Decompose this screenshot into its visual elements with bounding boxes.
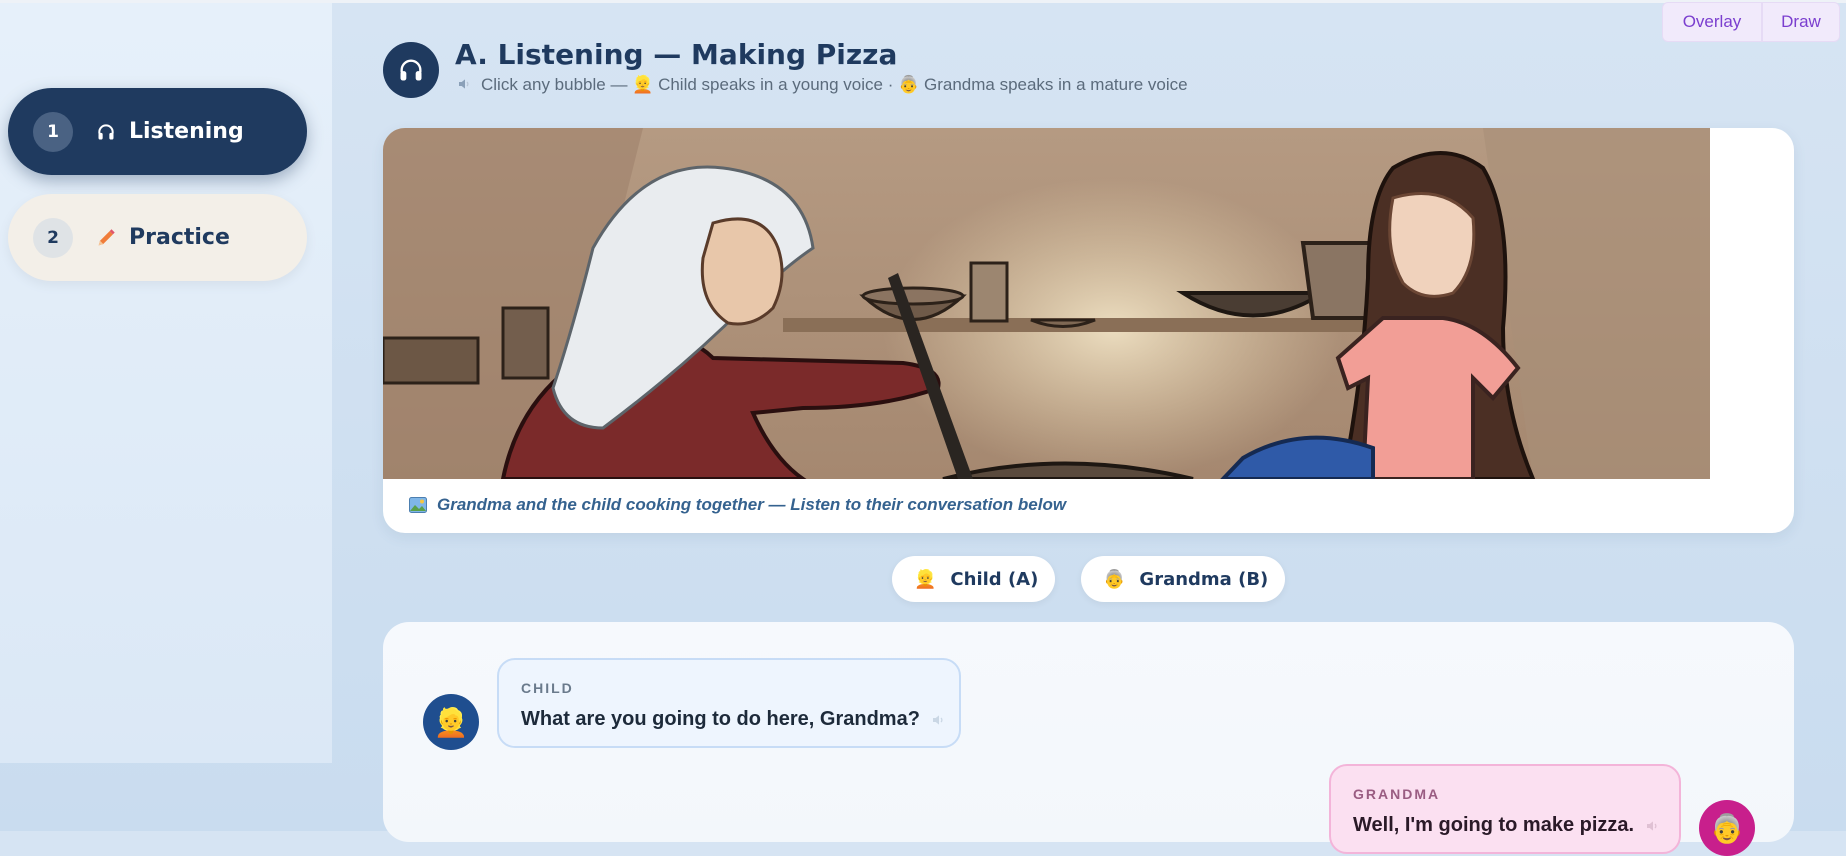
sidebar-item-label: Listening	[129, 119, 244, 144]
utterance-text: What are you going to do here, Grandma?	[521, 708, 920, 730]
caption-text: Grandma and the child cooking together —…	[437, 495, 1067, 514]
headphones-icon	[383, 42, 439, 98]
child-avatar-icon: 👱	[914, 568, 937, 590]
child-avatar: 👱	[423, 694, 479, 750]
speaker-icon	[1644, 818, 1662, 834]
sidebar: 1 Listening 2 Practice	[0, 3, 332, 763]
sidebar-item-label: Practice	[129, 225, 230, 250]
speaker-label: CHILD	[521, 680, 574, 696]
page-subtitle: Click any bubble — 👱 Child speaks in a y…	[457, 75, 1188, 95]
child-avatar-icon: 👱	[433, 706, 469, 738]
subtitle-text: Click any bubble — 👱 Child speaks in a y…	[481, 75, 1188, 94]
draw-button[interactable]: Draw	[1762, 2, 1840, 42]
utterance-row: What are you going to do here, Grandma?	[521, 708, 948, 731]
conversation-panel: 👱 CHILD What are you going to do here, G…	[383, 622, 1794, 856]
step-number-badge: 2	[33, 217, 73, 258]
utterance-row: Well, I'm going to make pizza.	[1353, 814, 1662, 837]
child-speech-bubble[interactable]: CHILD What are you going to do here, Gra…	[497, 658, 961, 748]
headphones-icon	[93, 122, 119, 142]
grandma-avatar-icon: 👵	[1103, 568, 1126, 590]
grandma-avatar: 👵	[1699, 800, 1755, 856]
speaker-icon	[930, 712, 948, 728]
speaker-label: GRANDMA	[1353, 786, 1441, 802]
illustration-card: Grandma and the child cooking together —…	[383, 128, 1794, 533]
illustration-grandma-child-cooking	[383, 128, 1710, 479]
step-number-badge: 1	[33, 111, 73, 152]
chip-label: Grandma (B)	[1139, 568, 1269, 590]
speaker-chip-grandma[interactable]: 👵 Grandma (B)	[1081, 556, 1285, 602]
page-title: A. Listening — Making Pizza	[455, 38, 898, 71]
illustration-caption: Grandma and the child cooking together —…	[409, 495, 1066, 515]
sidebar-item-practice[interactable]: 2 Practice	[8, 194, 307, 281]
grandma-avatar-icon: 👵	[1709, 812, 1745, 844]
overlay-button[interactable]: Overlay	[1662, 2, 1762, 42]
speaker-icon	[457, 76, 473, 92]
utterance-text: Well, I'm going to make pizza.	[1353, 814, 1635, 836]
grandma-speech-bubble[interactable]: GRANDMA Well, I'm going to make pizza.	[1329, 764, 1681, 854]
speaker-chip-child[interactable]: 👱 Child (A)	[892, 556, 1055, 602]
sidebar-item-listening[interactable]: 1 Listening	[8, 88, 307, 175]
chip-label: Child (A)	[950, 568, 1039, 590]
pencil-icon	[93, 227, 119, 249]
picture-icon	[409, 497, 427, 513]
